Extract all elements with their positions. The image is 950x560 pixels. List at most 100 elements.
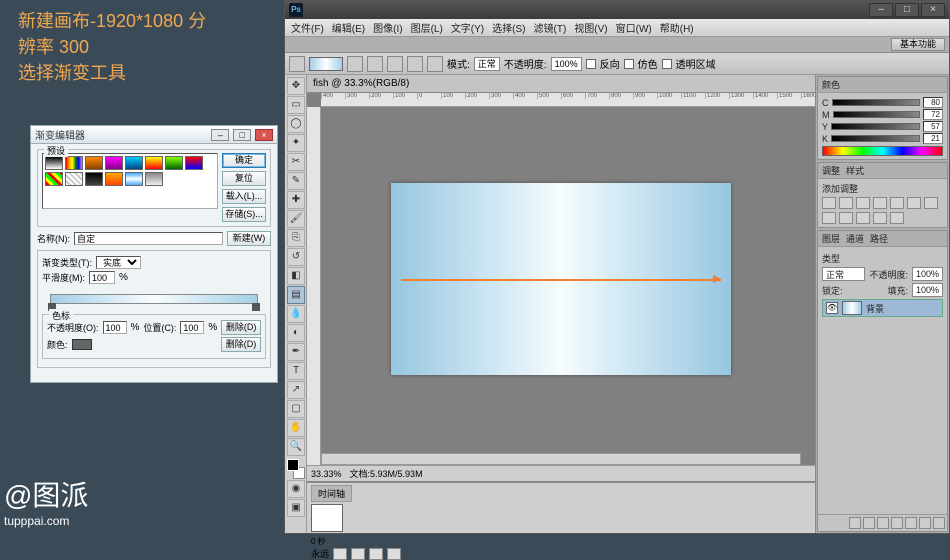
tool-preset-icon[interactable]: [289, 56, 305, 72]
layer-mask-icon[interactable]: [877, 517, 889, 529]
angle-gradient-icon[interactable]: [387, 56, 403, 72]
blur-tool[interactable]: 💧: [287, 305, 305, 323]
layer-opacity[interactable]: 100%: [912, 267, 943, 281]
layer-fill[interactable]: 100%: [912, 283, 943, 297]
first-frame-button[interactable]: [333, 548, 347, 560]
new-layer-icon[interactable]: [919, 517, 931, 529]
linear-gradient-icon[interactable]: [347, 56, 363, 72]
close-button[interactable]: ×: [921, 3, 945, 17]
location-input[interactable]: [180, 321, 204, 334]
brush-tool[interactable]: 🖌: [287, 210, 305, 228]
menu-window[interactable]: 窗口(W): [616, 20, 652, 35]
stamp-tool[interactable]: ⎘: [287, 229, 305, 247]
maximize-button[interactable]: □: [233, 129, 251, 141]
zoom-level[interactable]: 33.33%: [311, 469, 342, 479]
eyedropper-tool[interactable]: ✎: [287, 172, 305, 190]
adj-photo-filter-icon[interactable]: [822, 212, 836, 224]
gradient-tool[interactable]: ▤: [287, 286, 305, 304]
type-tool[interactable]: T: [287, 362, 305, 380]
shape-tool[interactable]: ▢: [287, 400, 305, 418]
wand-tool[interactable]: ✦: [287, 134, 305, 152]
reverse-checkbox[interactable]: [586, 59, 596, 69]
marquee-tool[interactable]: ▭: [287, 96, 305, 114]
name-input[interactable]: [74, 232, 223, 245]
menu-view[interactable]: 视图(V): [574, 20, 607, 35]
m-slider[interactable]: [833, 111, 921, 118]
layer-name[interactable]: 背景: [866, 302, 884, 315]
menu-layer[interactable]: 图层(L): [411, 20, 443, 35]
transparency-checkbox[interactable]: [662, 59, 672, 69]
adj-posterize-icon[interactable]: [890, 212, 904, 224]
adj-vibrance-icon[interactable]: [890, 197, 904, 209]
layer-row[interactable]: 👁 背景: [822, 299, 943, 317]
menu-file[interactable]: 文件(F): [291, 20, 324, 35]
smooth-input[interactable]: [89, 271, 115, 284]
maximize-button[interactable]: □: [895, 3, 919, 17]
history-brush-tool[interactable]: ↺: [287, 248, 305, 266]
pen-tool[interactable]: ✒: [287, 343, 305, 361]
hand-tool[interactable]: ✋: [287, 419, 305, 437]
adj-colorlookup-icon[interactable]: [856, 212, 870, 224]
menu-edit[interactable]: 编辑(E): [332, 20, 365, 35]
styles-tab[interactable]: 样式: [846, 164, 864, 177]
delete-color-button[interactable]: 删除(D): [221, 337, 261, 352]
k-slider[interactable]: [831, 135, 920, 142]
timeline-frame[interactable]: [311, 504, 343, 532]
next-frame-button[interactable]: [387, 548, 401, 560]
load-button[interactable]: 载入(L)...: [222, 189, 266, 204]
color-swatch[interactable]: [72, 339, 92, 350]
new-button[interactable]: 新建(W): [227, 231, 271, 246]
loop-label[interactable]: 永远: [311, 547, 329, 560]
ok-button[interactable]: 确定: [222, 153, 266, 168]
opacity-input[interactable]: [103, 321, 127, 334]
adj-curves-icon[interactable]: [856, 197, 870, 209]
ruler-vertical[interactable]: [307, 107, 321, 481]
save-button[interactable]: 存储(S)...: [222, 207, 266, 222]
close-button[interactable]: ×: [255, 129, 273, 141]
gradient-bar[interactable]: [42, 290, 266, 308]
cancel-button[interactable]: 复位: [222, 171, 266, 186]
color-spectrum[interactable]: [822, 146, 943, 156]
adj-bw-icon[interactable]: [924, 197, 938, 209]
dodge-tool[interactable]: ◐: [287, 324, 305, 342]
ps-titlebar[interactable]: Ps – □ ×: [285, 1, 949, 19]
dialog-titlebar[interactable]: 渐变编辑器 – □ ×: [31, 126, 277, 144]
color-tab[interactable]: 颜色: [822, 78, 840, 91]
c-slider[interactable]: [832, 99, 921, 106]
delete-layer-icon[interactable]: [933, 517, 945, 529]
link-layers-icon[interactable]: [849, 517, 861, 529]
zoom-tool[interactable]: 🔍: [287, 438, 305, 456]
adj-levels-icon[interactable]: [839, 197, 853, 209]
reflected-gradient-icon[interactable]: [407, 56, 423, 72]
menu-select[interactable]: 选择(S): [492, 20, 525, 35]
heal-tool[interactable]: ✚: [287, 191, 305, 209]
paths-tab[interactable]: 路径: [870, 232, 888, 245]
preset-swatches[interactable]: [42, 153, 218, 209]
type-select[interactable]: 实底: [96, 256, 141, 269]
minimize-button[interactable]: –: [869, 3, 893, 17]
new-group-icon[interactable]: [905, 517, 917, 529]
prev-frame-button[interactable]: [351, 548, 365, 560]
opacity-select[interactable]: 100%: [551, 57, 582, 71]
adj-invert-icon[interactable]: [873, 212, 887, 224]
y-slider[interactable]: [831, 123, 920, 130]
crop-tool[interactable]: ✂: [287, 153, 305, 171]
menu-filter[interactable]: 滤镜(T): [534, 20, 567, 35]
lasso-tool[interactable]: ◯: [287, 115, 305, 133]
gradient-picker[interactable]: [309, 57, 343, 71]
menu-help[interactable]: 帮助(H): [660, 20, 694, 35]
quickmask-tool[interactable]: ◉: [287, 480, 305, 498]
menu-type[interactable]: 文字(Y): [451, 20, 484, 35]
adj-exposure-icon[interactable]: [873, 197, 887, 209]
radial-gradient-icon[interactable]: [367, 56, 383, 72]
ruler-horizontal[interactable]: 4003002001000100200300400500600700800900…: [321, 93, 815, 107]
eraser-tool[interactable]: ◧: [287, 267, 305, 285]
move-tool[interactable]: ✥: [287, 77, 305, 95]
delete-stop-button[interactable]: 删除(D): [221, 320, 261, 335]
color-swatches[interactable]: [287, 459, 305, 479]
new-adjustment-icon[interactable]: [891, 517, 903, 529]
canvas[interactable]: [391, 183, 731, 375]
screenmode-tool[interactable]: ▣: [287, 499, 305, 517]
menu-image[interactable]: 图像(I): [373, 20, 402, 35]
timeline-tab[interactable]: 时间轴: [311, 485, 352, 502]
